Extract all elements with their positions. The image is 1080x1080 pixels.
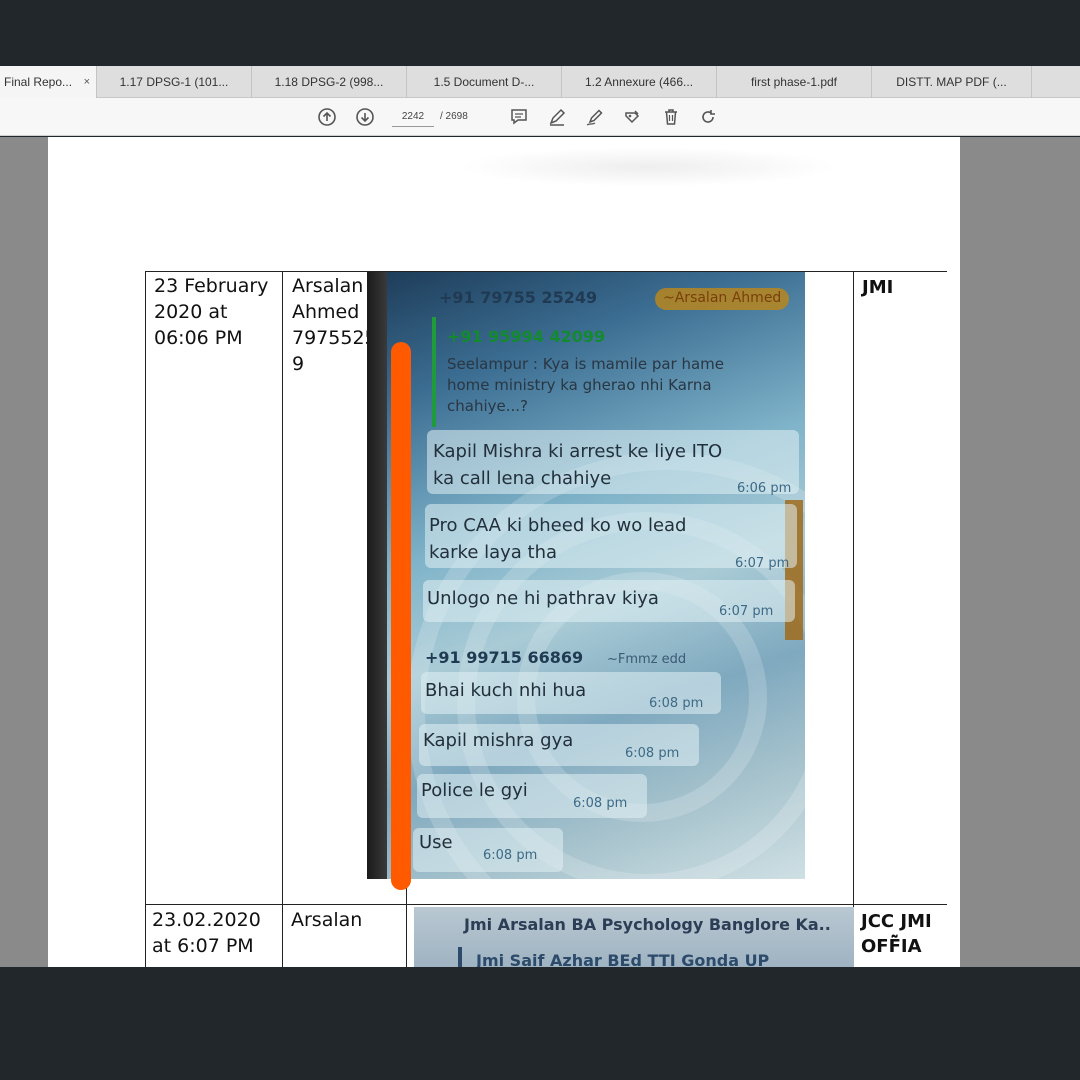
message-time: 6:08 pm [649, 696, 704, 711]
chat-screenshot-2: Jmi Arsalan BA Psychology Banglore Ka.. … [414, 907, 854, 967]
tab-label: 1.17 DPSG-1 (101... [119, 75, 229, 89]
comment-icon[interactable] [509, 107, 529, 127]
chat2-line: Jmi Saif Azhar BEd TTI Gonda UP [476, 951, 770, 967]
tab-document-d[interactable]: 1.5 Document D-... [407, 66, 562, 98]
message-time: 6:06 pm [737, 481, 792, 496]
name-cell: Arsalan [291, 907, 362, 933]
tab-label: 1.5 Document D-... [433, 75, 535, 89]
group-cell: JCC JMI OFF̃̃IA [861, 909, 932, 959]
message-time: 6:07 pm [735, 556, 790, 571]
chat2-line: Jmi Arsalan BA Psychology Banglore Ka.. [464, 915, 831, 934]
tab-bar: Final Repo... × 1.17 DPSG-1 (101... 1.18… [0, 66, 1080, 98]
date-line: at 6:07 PM [152, 935, 254, 957]
date-line: 23 February [154, 275, 269, 297]
tab-first-phase[interactable]: first phase-1.pdf [717, 66, 872, 98]
quote-line: home ministry ka gherao nhi Karna [447, 376, 712, 394]
chat-sender2-number: +91 99715 66869 [425, 648, 584, 667]
message-line: Kapil Mishra ki arrest ke liye ITO [433, 441, 723, 462]
trash-icon[interactable] [661, 107, 681, 127]
document-viewer[interactable]: 23 February 2020 at 06:06 PM Arsalan Ahm… [0, 137, 1080, 967]
tab-label: first phase-1.pdf [750, 75, 838, 89]
arrow-up-icon[interactable] [317, 107, 337, 127]
highlight-bar [391, 342, 411, 890]
quote-number: +91 95994 42099 [447, 327, 606, 346]
table-divider [282, 271, 283, 967]
message-line: karke laya tha [429, 542, 558, 563]
chat-message: Bhai kuch nhi hua [425, 680, 587, 701]
name-line: Arsalan [291, 909, 363, 931]
chat-message: Police le gyi [421, 780, 528, 801]
chat-screenshot: +91 79755 25249 ~Arsalan Ahmed +91 95994… [367, 272, 805, 879]
chat-message: Use [419, 832, 453, 853]
page-total: / 2698 [440, 111, 468, 122]
chat-message: Unlogo ne hi pathrav kiya [427, 588, 659, 609]
quote-line: Seelampur : Kya is mamile par hame [447, 355, 725, 373]
tab-label: DISTT. MAP PDF (... [896, 75, 1007, 89]
message-line: Pro CAA ki bheed ko wo lead [429, 515, 687, 536]
date-line: 2020 at [154, 301, 228, 323]
message-time: 6:08 pm [625, 746, 680, 761]
close-icon[interactable]: × [84, 76, 90, 88]
chat-message: Pro CAA ki bheed ko wo lead karke laya t… [429, 512, 686, 566]
group-cell: JMI [862, 277, 894, 298]
date-line: 06:06 PM [154, 327, 243, 349]
quote-text: Seelampur : Kya is mamile par hame home … [447, 354, 724, 417]
highlight-pen-icon[interactable] [547, 107, 567, 127]
chat-sender-name: ~Arsalan Ahmed [663, 290, 782, 306]
stamp-icon[interactable] [622, 107, 642, 127]
tab-distt-map[interactable]: DISTT. MAP PDF (... [872, 66, 1032, 98]
message-time: 6:07 pm [719, 604, 774, 619]
quote-line: chahiye...? [447, 397, 528, 415]
tab-annexure[interactable]: 1.2 Annexure (466... [562, 66, 717, 98]
screen: Final Repo... × 1.17 DPSG-1 (101... 1.18… [0, 0, 1080, 1080]
bottom-bezel [0, 967, 1080, 1080]
date-line: 23.02.2020 [152, 909, 261, 931]
draw-pen-icon[interactable] [585, 107, 605, 127]
chat-message: Kapil mishra gya [423, 730, 574, 751]
chat-message: Kapil Mishra ki arrest ke liye ITO ka ca… [433, 438, 722, 492]
tab-label: Final Repo... [4, 75, 73, 89]
chat-sender-number: +91 79755 25249 [439, 288, 598, 307]
group-line: OFF̃̃IA [861, 936, 922, 957]
date-cell: 23.02.2020 at 6:07 PM [152, 907, 261, 959]
message-line: ka call lena chahiye [433, 468, 612, 489]
message-time: 6:08 pm [483, 848, 538, 863]
group-line: JCC JMI [861, 911, 932, 932]
redo-icon[interactable] [698, 107, 718, 127]
tab-label: 1.2 Annexure (466... [584, 75, 694, 89]
page-number-input[interactable]: 2242 [392, 107, 434, 127]
arrow-down-icon[interactable] [355, 107, 375, 127]
message-time: 6:08 pm [573, 796, 628, 811]
tab-dpsg-1[interactable]: 1.17 DPSG-1 (101... [97, 66, 252, 98]
faded-header [458, 147, 838, 187]
table-divider [853, 271, 854, 967]
table-row-divider [145, 904, 947, 905]
tab-dpsg-2[interactable]: 1.18 DPSG-2 (998... [252, 66, 407, 98]
tab-final-report[interactable]: Final Repo... × [0, 66, 97, 98]
tab-label: 1.18 DPSG-2 (998... [274, 75, 384, 89]
chat-sender2-name: ~Fmmz edd [607, 652, 687, 667]
table-border-left [145, 271, 146, 967]
date-cell: 23 February 2020 at 06:06 PM [154, 273, 268, 351]
pdf-toolbar: 2242 / 2698 [0, 98, 1080, 136]
